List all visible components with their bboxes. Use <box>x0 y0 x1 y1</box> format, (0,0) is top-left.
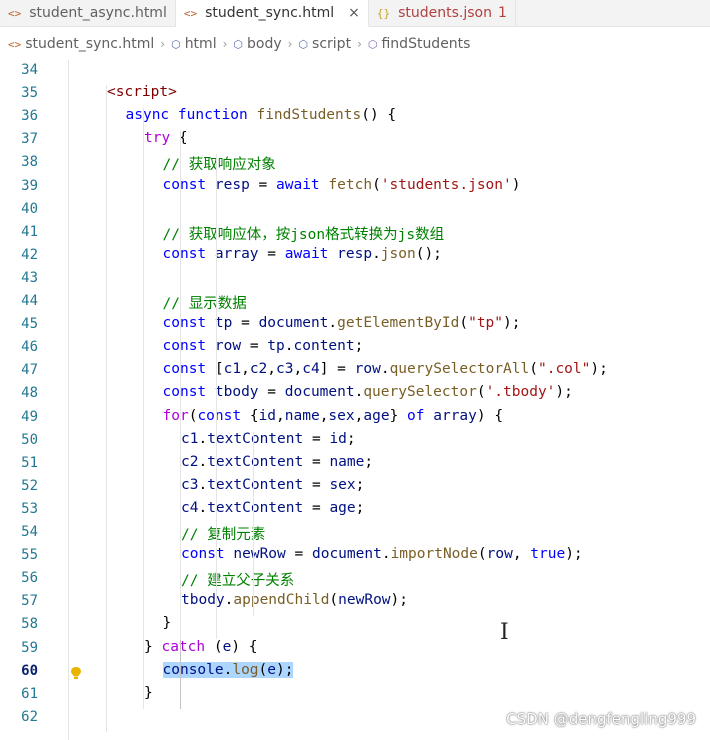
symbol-element-icon: ⬡ <box>171 37 181 51</box>
code-line[interactable]: // 获取响应体，按json格式转换为js数组 <box>163 223 445 244</box>
breadcrumb: <> student_sync.html › ⬡ html › ⬡ body › ⬡ s… <box>0 30 710 58</box>
line-number: 42 <box>21 246 38 263</box>
code-line[interactable]: } <box>144 685 153 701</box>
code-editor[interactable]: 34 35 36 37 38 39 40 41 42 43 44 45 46 47 48 49 50 51 52 53… <box>0 60 710 740</box>
code-line[interactable]: c2.textContent = name; <box>181 454 373 470</box>
code-line[interactable]: const row = tp.content; <box>163 338 364 354</box>
text-cursor-icon: I <box>500 620 509 646</box>
indent-guide <box>180 131 181 709</box>
line-number: 57 <box>21 593 38 610</box>
indent-guide <box>106 85 107 732</box>
line-number: 43 <box>21 269 38 286</box>
line-number: 50 <box>21 431 38 448</box>
breadcrumb-label: body <box>247 36 282 52</box>
problem-count-badge: 1 <box>497 5 507 21</box>
breadcrumb-function[interactable]: ⬡ findStudents <box>368 36 471 52</box>
line-number: 45 <box>21 316 38 333</box>
tab-label: student_async.html <box>29 5 167 21</box>
line-number: 51 <box>21 454 38 471</box>
line-number: 34 <box>21 62 38 78</box>
line-number: 53 <box>21 500 38 517</box>
line-number: 58 <box>21 616 38 633</box>
code-line[interactable]: // 显示数据 <box>163 292 247 313</box>
breadcrumb-html[interactable]: ⬡ html <box>171 36 217 52</box>
line-number: 40 <box>21 200 38 217</box>
breadcrumb-label: findStudents <box>381 36 471 52</box>
code-line[interactable]: const newRow = document.importNode(row, … <box>181 546 583 562</box>
indent-guide <box>216 154 217 640</box>
tab-student-sync[interactable]: <> student_sync.html × <box>175 0 369 27</box>
html-file-icon: <> <box>183 6 198 20</box>
line-number: 46 <box>21 339 38 356</box>
lightbulb-icon[interactable] <box>70 666 82 680</box>
symbol-method-icon: ⬡ <box>367 37 378 51</box>
line-number: 48 <box>21 385 38 402</box>
chevron-right-icon: › <box>222 37 228 51</box>
line-number: 37 <box>21 131 38 148</box>
breadcrumb-label: script <box>312 36 352 52</box>
code-line[interactable]: async function findStudents() { <box>126 107 397 123</box>
line-number: 38 <box>21 154 38 171</box>
tab-student-async[interactable]: <> student_async.html <box>0 0 176 26</box>
code-line[interactable]: c4.textContent = age; <box>181 500 364 516</box>
code-line[interactable]: <script> <box>107 84 177 100</box>
line-number: 35 <box>21 85 38 102</box>
tab-label: students.json <box>398 5 492 21</box>
code-line[interactable]: } catch (e) { <box>144 639 258 655</box>
close-icon[interactable]: × <box>348 5 360 21</box>
symbol-element-icon: ⬡ <box>233 37 243 51</box>
indent-guide <box>143 108 144 709</box>
line-number: 44 <box>21 293 38 309</box>
tab-students-json[interactable]: {} students.json 1 <box>369 0 516 26</box>
line-number: 52 <box>21 477 38 494</box>
indent-guide <box>180 639 181 709</box>
line-number: 49 <box>21 408 38 425</box>
code-line[interactable]: c3.textContent = sex; <box>181 477 364 493</box>
html-file-icon: <> <box>8 37 22 51</box>
symbol-element-icon: ⬡ <box>298 37 309 51</box>
code-line[interactable]: for(const {id,name,sex,age} of array) { <box>163 408 504 424</box>
tab-label: student_sync.html <box>205 5 335 21</box>
html-file-icon: <> <box>8 6 22 20</box>
code-line[interactable]: const tbody = document.querySelector('.t… <box>163 384 573 400</box>
code-line[interactable]: try { <box>144 130 188 146</box>
indent-guide <box>253 431 254 617</box>
line-number: 61 <box>21 685 38 702</box>
tab-bar: <> student_async.html <> student_sync.ht… <box>0 0 710 27</box>
line-number: 39 <box>21 177 38 194</box>
code-line[interactable]: const [c1,c2,c3,c4] = row.querySelectorA… <box>163 361 608 377</box>
breadcrumb-body[interactable]: ⬡ body <box>233 36 281 52</box>
json-file-icon: {} <box>376 6 391 20</box>
line-number: 56 <box>21 570 38 587</box>
breadcrumb-label: student_sync.html <box>25 36 155 52</box>
line-number: 62 <box>21 708 38 725</box>
code-line[interactable]: // 建立父子关系 <box>181 569 294 590</box>
line-number: 59 <box>21 639 38 656</box>
breadcrumb-file[interactable]: <> student_sync.html <box>8 36 154 52</box>
code-line[interactable]: } <box>163 615 172 631</box>
breadcrumb-label: html <box>184 36 217 52</box>
code-line[interactable]: console.log(e); <box>162 661 294 678</box>
line-number: 54 <box>21 524 38 540</box>
breadcrumb-script[interactable]: ⬡ script <box>298 36 351 52</box>
chevron-right-icon: › <box>287 37 293 51</box>
chevron-right-icon: › <box>160 37 166 51</box>
chevron-right-icon: › <box>357 37 362 51</box>
code-line[interactable]: c1.textContent = id; <box>181 431 356 447</box>
line-number: 41 <box>21 223 38 240</box>
line-number: 55 <box>21 547 38 564</box>
line-number: 36 <box>21 108 38 125</box>
code-line[interactable]: const array = await resp.json(); <box>163 246 442 262</box>
watermark: CSDN @dengfengling999 <box>506 710 696 728</box>
line-number: 60 <box>21 662 38 679</box>
line-number: 47 <box>21 362 38 379</box>
indent-guide <box>68 60 69 740</box>
